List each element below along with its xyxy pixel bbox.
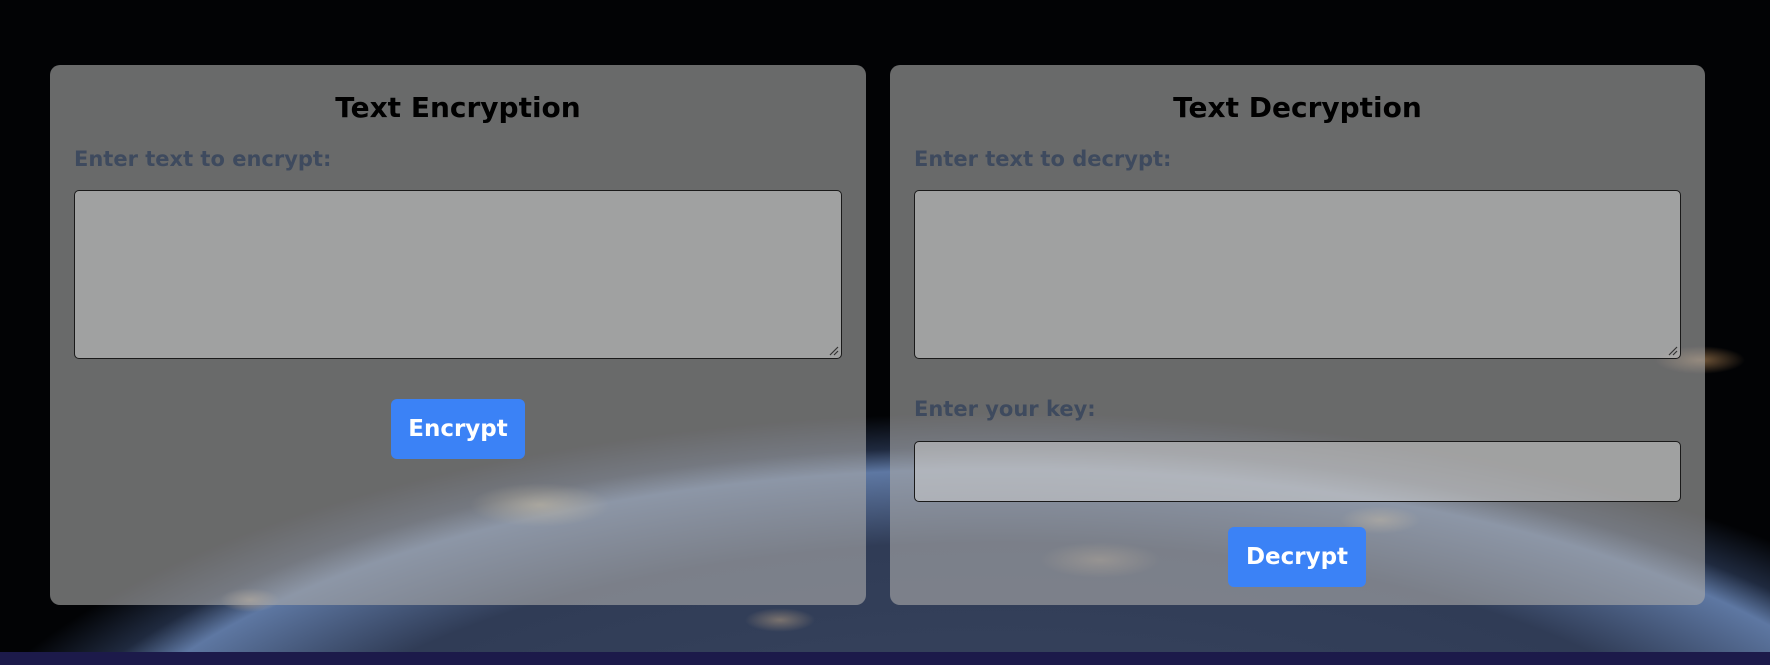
encrypt-textarea-wrapper bbox=[74, 190, 842, 359]
decrypt-button[interactable]: Decrypt bbox=[1228, 527, 1366, 587]
encryption-title: Text Encryption bbox=[335, 91, 581, 124]
encrypt-textarea[interactable] bbox=[74, 190, 842, 359]
encryption-panel: Text Encryption Enter text to encrypt: E… bbox=[50, 65, 866, 605]
resize-grip-icon[interactable] bbox=[1666, 344, 1678, 356]
decrypt-textarea-wrapper bbox=[914, 190, 1681, 359]
key-input-label: Enter your key: bbox=[914, 397, 1096, 421]
footer-strip bbox=[0, 652, 1770, 665]
decryption-panel: Text Decryption Enter text to decrypt: E… bbox=[890, 65, 1705, 605]
resize-grip-icon[interactable] bbox=[827, 344, 839, 356]
encrypt-button[interactable]: Encrypt bbox=[391, 399, 525, 459]
decrypt-textarea[interactable] bbox=[914, 190, 1681, 359]
key-input[interactable] bbox=[914, 441, 1681, 502]
decrypt-input-label: Enter text to decrypt: bbox=[914, 147, 1172, 171]
decryption-title: Text Decryption bbox=[1173, 91, 1422, 124]
encrypt-input-label: Enter text to encrypt: bbox=[74, 147, 332, 171]
